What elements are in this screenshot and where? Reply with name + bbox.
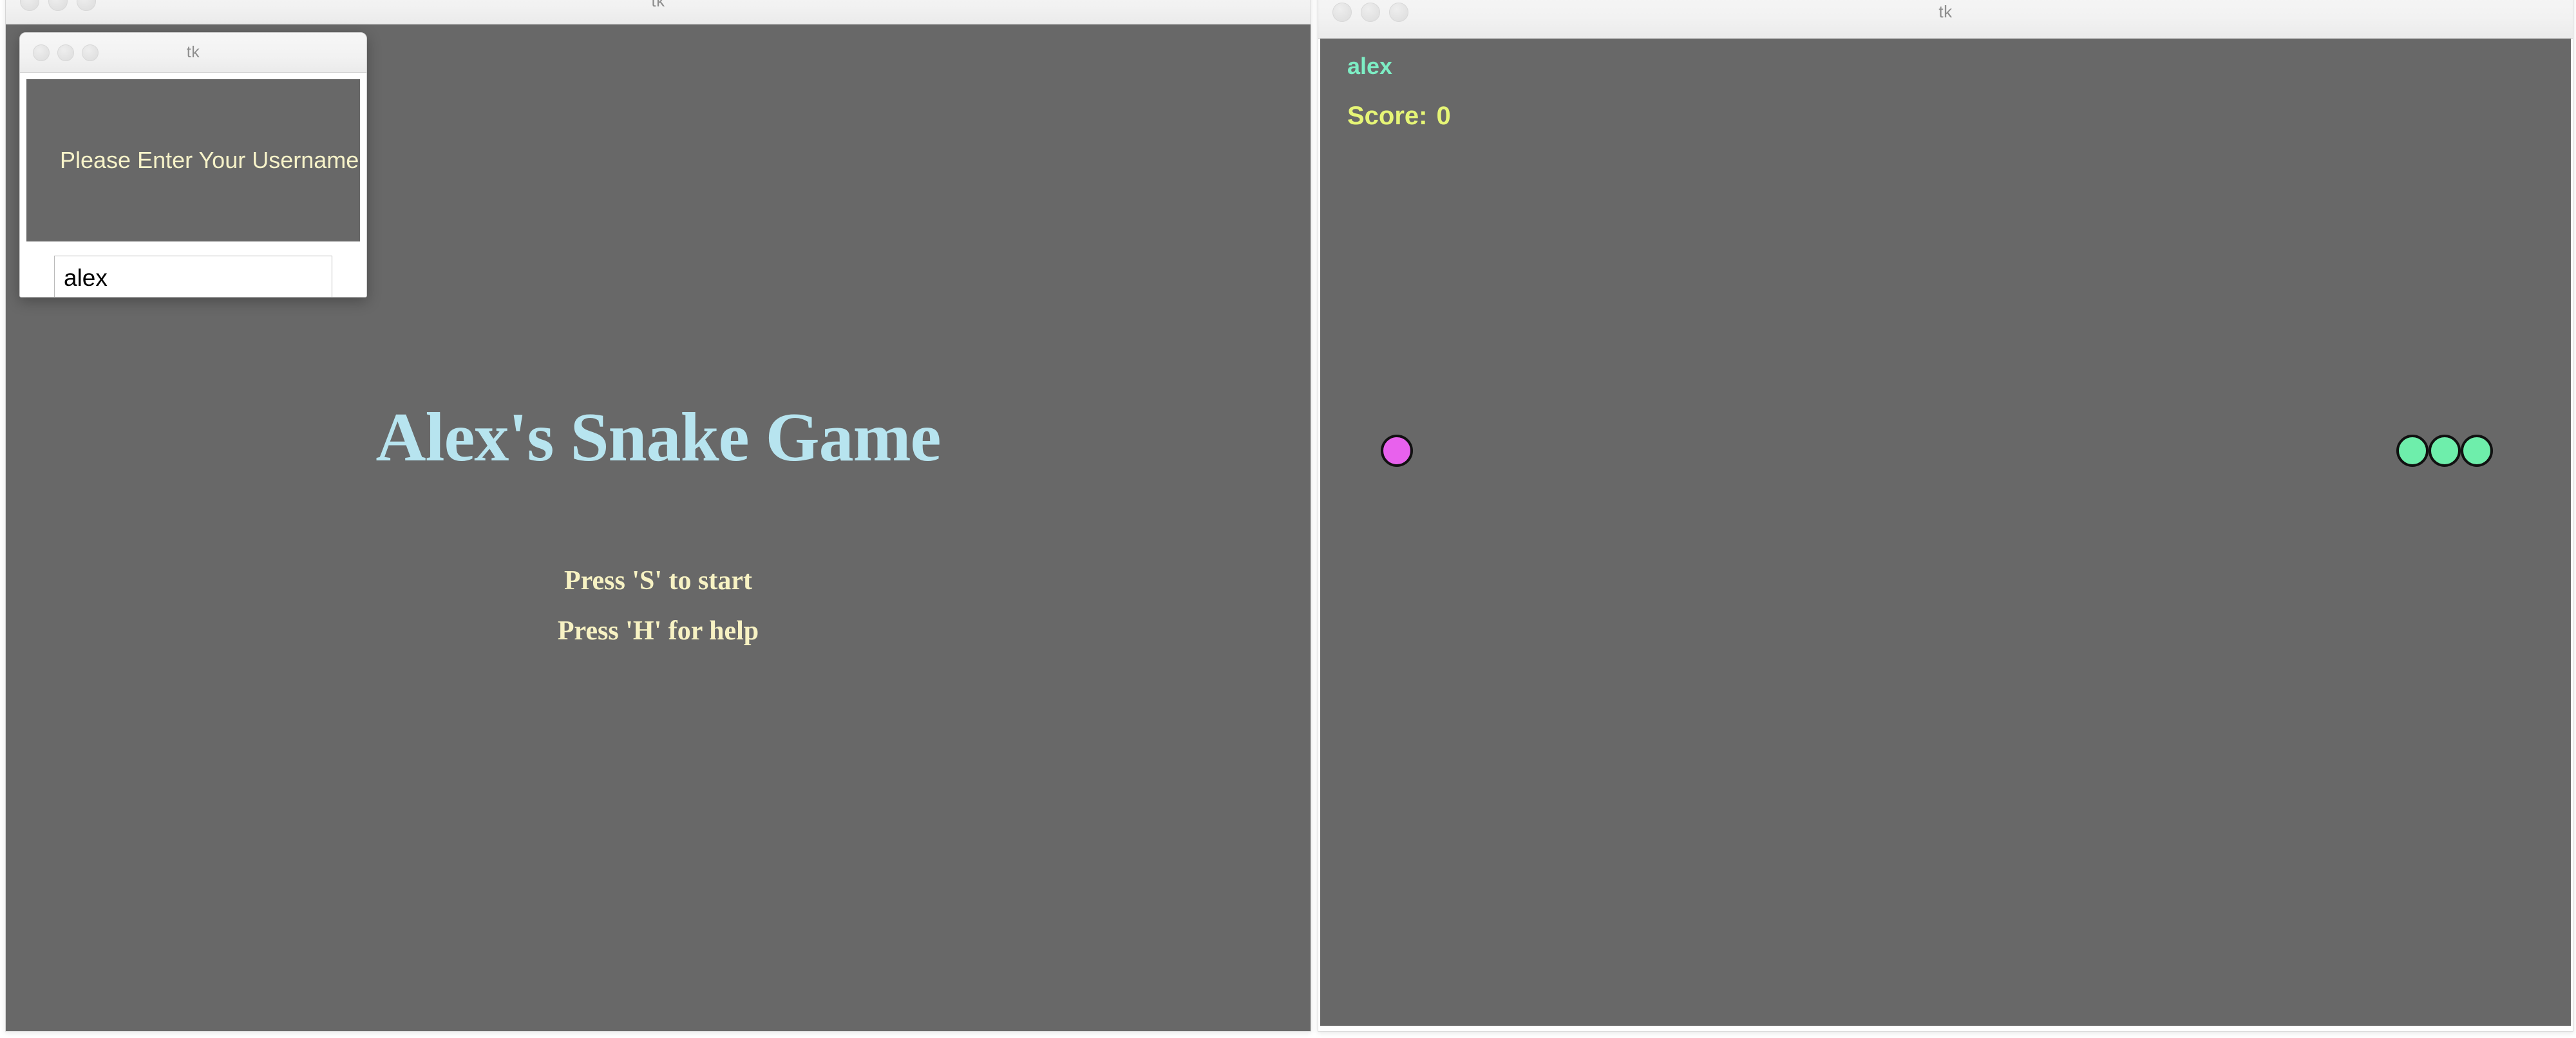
snake-segment-body: [2429, 435, 2461, 467]
close-button-icon[interactable]: [1332, 2, 1352, 22]
close-button-icon[interactable]: [33, 44, 50, 61]
snake-board-canvas[interactable]: alex Score: 0: [1320, 39, 2571, 1026]
snake-play-window: tk alex Score: 0: [1318, 0, 2573, 1032]
food-pellet: [1381, 435, 1413, 467]
snake-segment-head: [2461, 435, 2493, 467]
username-dialog-body: Please Enter Your Username: [20, 73, 366, 297]
username-prompt-text: Please Enter Your Username: [60, 147, 359, 173]
hud-score-value: 0: [1436, 102, 1451, 130]
hud-score: Score: 0: [1347, 102, 1451, 131]
play-window-titlebar[interactable]: tk: [1318, 0, 2573, 39]
main-window-title: tk: [651, 0, 665, 10]
hint-press-h-for-help: Press 'H' for help: [557, 616, 759, 646]
main-window-titlebar[interactable]: tk: [6, 0, 1311, 24]
username-dialog-window: tk Please Enter Your Username: [19, 32, 367, 297]
play-window-traffic-lights: [1332, 2, 1408, 22]
main-window-traffic-lights: [20, 0, 96, 11]
username-dialog-traffic-lights: [33, 44, 99, 61]
username-prompt-panel: Please Enter Your Username: [26, 79, 360, 241]
username-dialog-titlebar[interactable]: tk: [20, 33, 366, 73]
minimize-button-icon[interactable]: [48, 0, 68, 11]
minimize-button-icon[interactable]: [1361, 2, 1380, 22]
game-title: Alex's Snake Game: [375, 399, 941, 476]
play-window-title: tk: [1938, 2, 1953, 21]
zoom-button-icon[interactable]: [82, 44, 99, 61]
username-input[interactable]: [54, 256, 332, 297]
hud-score-label: Score:: [1347, 102, 1428, 130]
snake-segment-tail: [2396, 435, 2429, 467]
close-button-icon[interactable]: [20, 0, 39, 11]
zoom-button-icon[interactable]: [77, 0, 96, 11]
zoom-button-icon[interactable]: [1389, 2, 1408, 22]
hint-press-s-to-start: Press 'S' to start: [564, 566, 752, 596]
hud-username-label: alex: [1347, 53, 1393, 79]
minimize-button-icon[interactable]: [57, 44, 74, 61]
